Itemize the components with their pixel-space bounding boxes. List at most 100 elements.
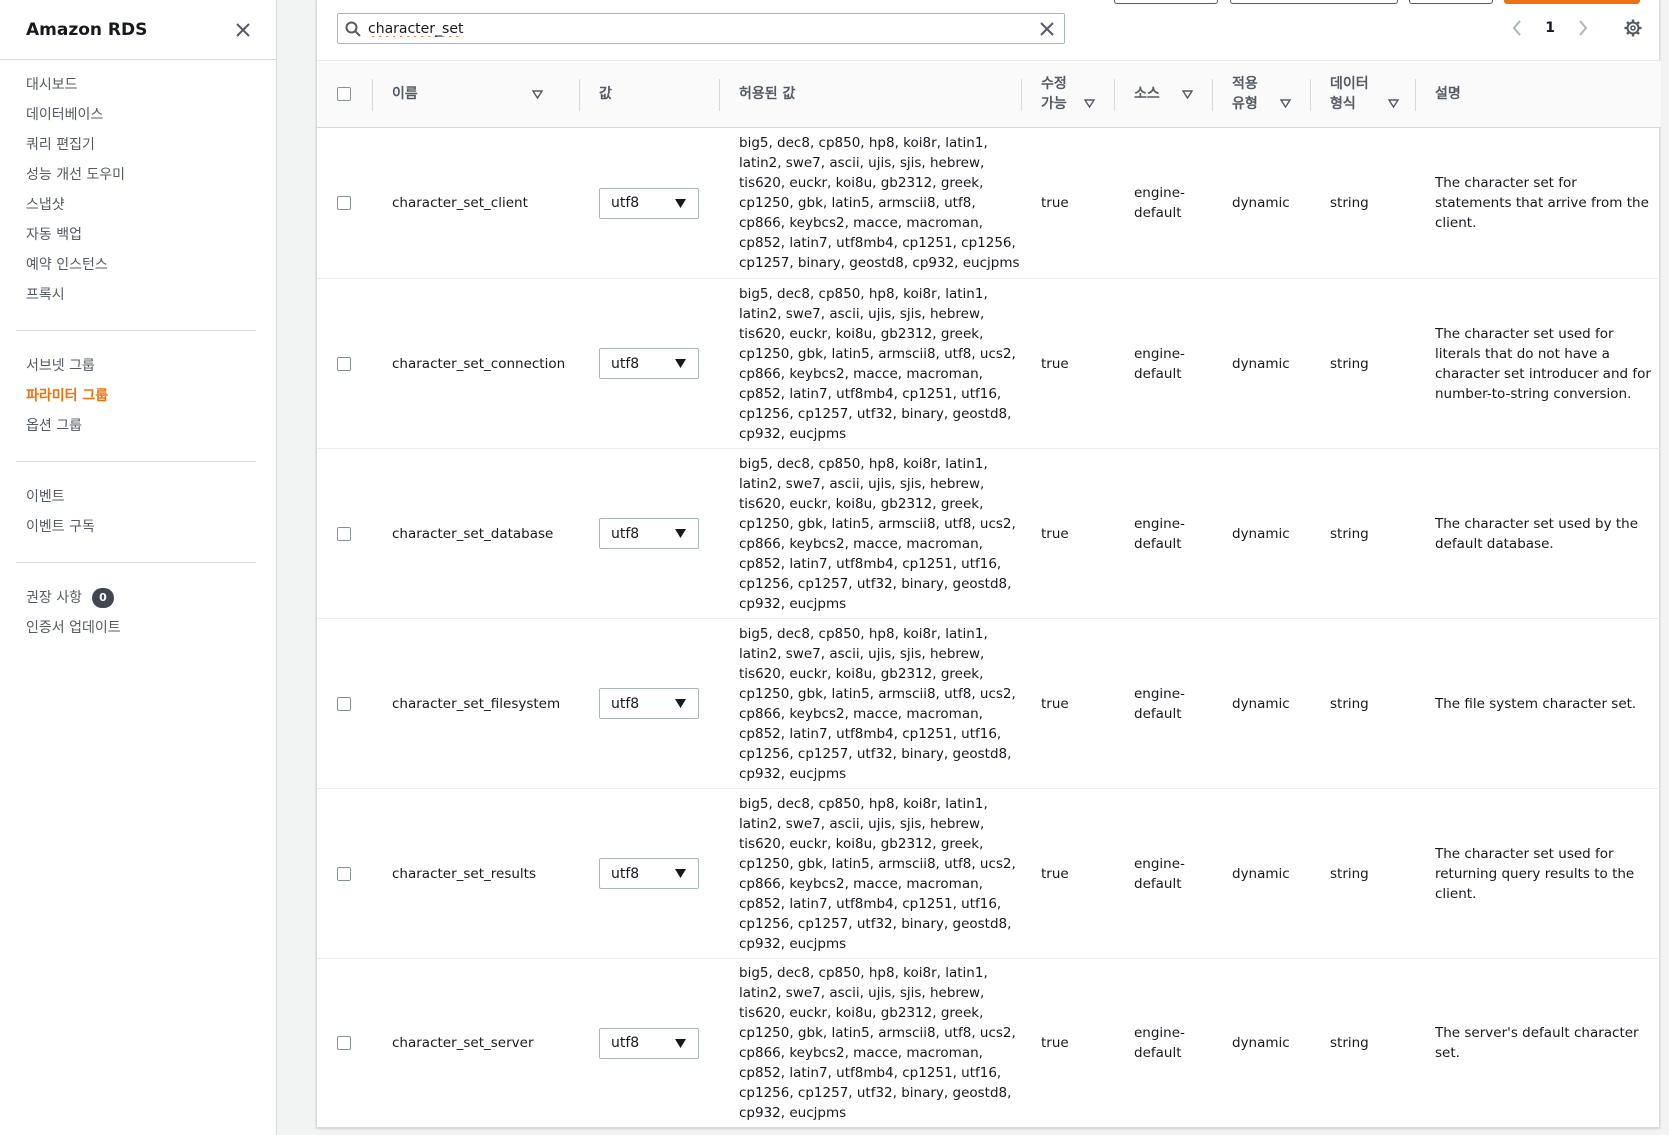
apply-type-value: dynamic	[1232, 865, 1290, 882]
table-toolbar: 1	[337, 13, 1659, 45]
modifiable-value: true	[1041, 865, 1069, 882]
clear-icon[interactable]	[1030, 21, 1064, 36]
search-icon	[338, 21, 368, 37]
row-select-cell	[317, 789, 372, 958]
value-select-text: utf8	[611, 865, 640, 882]
value-select[interactable]: utf8	[599, 688, 699, 719]
allowed-values: big5, dec8, cp850, hp8, koi8r, latin1, l…	[739, 285, 1016, 442]
action-button[interactable]	[1409, 0, 1493, 4]
source-value: engine- default	[1134, 345, 1185, 382]
select-all-checkbox[interactable]	[337, 87, 351, 101]
data-type-value: string	[1330, 355, 1369, 372]
table-row[interactable]: character_set_results utf8 big5, dec8, c…	[317, 789, 1661, 959]
row-select-cell	[317, 959, 372, 1127]
apply-type-value: dynamic	[1232, 695, 1290, 712]
column-header-value[interactable]: 값	[579, 61, 719, 127]
column-header-data-type[interactable]: 데이터 형식	[1310, 61, 1415, 127]
sidebar-item-option-groups[interactable]: 옵션 그룹	[0, 411, 276, 441]
caret-down-icon	[675, 198, 686, 208]
chevron-right-icon[interactable]	[1573, 17, 1593, 39]
modifiable-value: true	[1041, 695, 1069, 712]
modifiable-value: true	[1041, 1035, 1069, 1051]
description-value: The file system character set.	[1435, 695, 1637, 712]
column-header-source[interactable]: 소스	[1114, 61, 1212, 127]
table-row[interactable]: character_set_client utf8 big5, dec8, cp…	[317, 128, 1661, 279]
row-select-cell	[317, 279, 372, 448]
column-header-modifiable[interactable]: 수정 가능	[1021, 61, 1114, 127]
table-row[interactable]: character_set_connection utf8 big5, dec8…	[317, 279, 1661, 449]
description-value: The character set used for literals that…	[1435, 325, 1651, 402]
sidebar-item-query-editor[interactable]: 쿼리 편집기	[0, 130, 276, 160]
sort-down-icon[interactable]	[1388, 99, 1399, 108]
column-separator	[719, 79, 720, 111]
table-row[interactable]: character_set_server utf8 big5, dec8, cp…	[317, 959, 1661, 1127]
column-header-allowed-values[interactable]: 허용된 값	[719, 61, 1021, 127]
column-header-apply-type[interactable]: 적용 유형	[1212, 61, 1310, 127]
table-row[interactable]: character_set_filesystem utf8 big5, dec8…	[317, 619, 1661, 789]
action-button[interactable]	[1114, 0, 1218, 4]
row-select-cell	[317, 449, 372, 618]
row-checkbox[interactable]	[337, 356, 351, 371]
sort-down-icon[interactable]	[1280, 99, 1291, 108]
sidebar-item-recommendations[interactable]: 권장 사항 0	[0, 583, 276, 613]
apply-type-value: dynamic	[1232, 525, 1290, 542]
data-type-value: string	[1330, 865, 1369, 882]
allowed-values: big5, dec8, cp850, hp8, koi8r, latin1, l…	[739, 625, 1016, 782]
sort-down-icon[interactable]	[1182, 89, 1193, 99]
value-select[interactable]: utf8	[599, 348, 699, 379]
sidebar-divider	[16, 562, 256, 563]
search-input[interactable]	[368, 20, 1030, 37]
description-value: The server's default character set.	[1435, 1025, 1639, 1061]
parameter-name: character_set_database	[392, 525, 554, 542]
sort-down-icon[interactable]	[532, 89, 543, 99]
primary-action-button[interactable]	[1504, 0, 1640, 4]
page-number[interactable]: 1	[1545, 20, 1555, 36]
sidebar-item-subnet-groups[interactable]: 서브넷 그룹	[0, 351, 276, 381]
sidebar-item-events[interactable]: 이벤트	[0, 482, 276, 512]
value-select[interactable]: utf8	[599, 1027, 699, 1059]
sidebar-item-reserved-instances[interactable]: 예약 인스턴스	[0, 250, 276, 280]
close-icon[interactable]	[232, 19, 254, 41]
value-select[interactable]: utf8	[599, 187, 699, 219]
gear-icon[interactable]	[1623, 17, 1643, 39]
sidebar-item-performance-insights[interactable]: 성능 개선 도우미	[0, 160, 276, 190]
column-separator	[1021, 79, 1022, 111]
sidebar-item-snapshots[interactable]: 스냅샷	[0, 190, 276, 220]
data-type-value: string	[1330, 695, 1369, 712]
row-checkbox[interactable]	[337, 196, 351, 210]
value-select[interactable]: utf8	[599, 858, 699, 889]
value-select-text: utf8	[611, 695, 640, 712]
value-select[interactable]: utf8	[599, 518, 699, 549]
sidebar-item-proxies[interactable]: 프록시	[0, 280, 276, 310]
apply-type-value: dynamic	[1232, 195, 1290, 211]
sidebar-item-parameter-groups[interactable]: 파라미터 그룹	[0, 381, 276, 411]
sidebar-item-automated-backups[interactable]: 자동 백업	[0, 220, 276, 250]
value-select-text: utf8	[611, 195, 640, 211]
recommendations-count-badge: 0	[91, 588, 114, 608]
row-checkbox[interactable]	[337, 1036, 351, 1050]
column-header-name[interactable]: 이름	[372, 61, 579, 127]
parameters-table: 이름 값 허용된 값 수정 가능 소스 적용 유형 데이터 형식 설명 char…	[317, 60, 1661, 1127]
row-checkbox[interactable]	[337, 526, 351, 541]
sort-down-icon[interactable]	[1084, 99, 1095, 108]
value-cell: utf8	[579, 279, 719, 448]
sidebar-item-dashboard[interactable]: 대시보드	[0, 70, 276, 100]
data-type-value: string	[1330, 195, 1369, 211]
sidebar-item-databases[interactable]: 데이터베이스	[0, 100, 276, 130]
sidebar-title: Amazon RDS	[26, 19, 148, 40]
value-select-text: utf8	[611, 525, 640, 542]
table-row[interactable]: character_set_database utf8 big5, dec8, …	[317, 449, 1661, 619]
action-button[interactable]	[1230, 0, 1398, 4]
parameter-name: character_set_client	[392, 195, 528, 211]
sidebar-group-main: 대시보드 데이터베이스 쿼리 편집기 성능 개선 도우미 스냅샷 자동 백업 예…	[0, 60, 276, 320]
sidebar-item-event-subscriptions[interactable]: 이벤트 구독	[0, 512, 276, 542]
chevron-left-icon[interactable]	[1507, 17, 1527, 39]
sidebar-item-certificate-update[interactable]: 인증서 업데이트	[0, 613, 276, 643]
column-header-description[interactable]: 설명	[1415, 61, 1661, 127]
row-checkbox[interactable]	[337, 866, 351, 881]
row-checkbox[interactable]	[337, 696, 351, 711]
search-box	[337, 13, 1065, 44]
column-separator	[1415, 79, 1416, 111]
sidebar-navigation: Amazon RDS 대시보드 데이터베이스 쿼리 편집기 성능 개선 도우미 …	[0, 0, 277, 1135]
description-value: The character set for statements that ar…	[1435, 175, 1649, 231]
